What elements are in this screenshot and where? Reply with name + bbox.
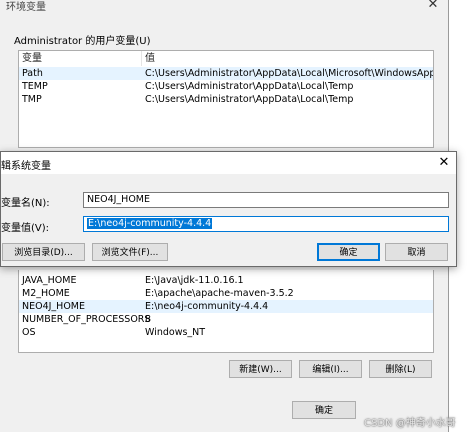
variable-value-text: E:\neo4j-community-4.4.4 xyxy=(87,218,213,229)
ok-button[interactable]: 确定 xyxy=(292,401,356,419)
list-item[interactable]: TEMP C:\Users\Administrator\AppData\Loca… xyxy=(19,80,433,93)
variable-name: Path xyxy=(22,68,43,79)
edit-button[interactable]: 编辑(I)... xyxy=(299,360,362,378)
user-variables-label: Administrator 的用户变量(U) xyxy=(14,36,151,47)
window-titlebar: 环境变量 ✕ xyxy=(0,0,448,14)
variable-name: JAVA_HOME xyxy=(22,275,77,286)
variable-name-field[interactable]: NEO4J_HOME xyxy=(83,192,449,208)
list-item[interactable]: NUMBER_OF_PROCESSORS 8 xyxy=(19,313,433,326)
browse-directory-button[interactable]: 浏览目录(D)... xyxy=(2,243,85,261)
variable-value: Windows_NT xyxy=(145,327,206,338)
ok-button[interactable]: 确定 xyxy=(317,243,380,261)
edit-system-variable-dialog: 辑系统变量 ✕ 变量名(N): NEO4J_HOME 变量值(V): E:\ne… xyxy=(0,151,457,267)
delete-button[interactable]: 删除(L) xyxy=(369,360,432,378)
watermark: CSDN @神奇小水哥 xyxy=(364,418,456,429)
list-item[interactable]: JAVA_HOME E:\Java\jdk-11.0.16.1 xyxy=(19,274,433,287)
variable-name: M2_HOME xyxy=(22,288,70,299)
variable-name-label: 变量名(N): xyxy=(1,198,50,209)
list-item[interactable]: M2_HOME E:\apache\apache-maven-3.5.2 xyxy=(19,287,433,300)
new-button[interactable]: 新建(W)... xyxy=(229,360,292,378)
list-item[interactable]: NEO4J_HOME E:\neo4j-community-4.4.4 xyxy=(19,300,433,313)
column-divider[interactable] xyxy=(141,51,142,66)
variable-value: C:\Users\Administrator\AppData\Local\Tem… xyxy=(145,94,354,105)
dialog-title: 辑系统变量 xyxy=(1,161,51,172)
list-item[interactable]: TMP C:\Users\Administrator\AppData\Local… xyxy=(19,93,433,106)
browse-file-button[interactable]: 浏览文件(F)... xyxy=(92,243,168,261)
variable-name: NUMBER_OF_PROCESSORS xyxy=(22,314,151,325)
column-header-value[interactable]: 值 xyxy=(145,51,155,66)
variable-value: E:\Java\jdk-11.0.16.1 xyxy=(145,275,244,286)
column-header-variable[interactable]: 变量 xyxy=(22,51,42,66)
variable-name: OS xyxy=(22,327,36,338)
list-item[interactable]: Path C:\Users\Administrator\AppData\Loca… xyxy=(19,67,433,80)
list-item[interactable]: OS Windows_NT xyxy=(19,326,433,339)
close-icon[interactable]: ✕ xyxy=(422,0,444,13)
cancel-button[interactable]: 取消 xyxy=(385,243,448,261)
variable-value-field[interactable]: E:\neo4j-community-4.4.4 xyxy=(83,216,449,232)
close-icon[interactable]: ✕ xyxy=(433,154,455,172)
variable-value: E:\neo4j-community-4.4.4 xyxy=(145,301,269,312)
system-variables-list[interactable]: JAVA_HOME E:\Java\jdk-11.0.16.1 M2_HOME … xyxy=(18,270,434,353)
variable-value-label: 变量值(V): xyxy=(1,223,50,234)
user-variables-list[interactable]: 变量 值 Path C:\Users\Administrator\AppData… xyxy=(18,50,434,148)
variable-value: C:\Users\Administrator\AppData\Local\Tem… xyxy=(145,81,354,92)
variable-name-value: NEO4J_HOME xyxy=(87,194,151,205)
variable-name: NEO4J_HOME xyxy=(22,301,86,312)
variable-value: 8 xyxy=(145,314,152,325)
dialog-titlebar: 辑系统变量 ✕ xyxy=(1,152,456,174)
variable-name: TMP xyxy=(22,94,42,105)
variable-value: E:\apache\apache-maven-3.5.2 xyxy=(145,288,294,299)
variable-name: TEMP xyxy=(22,81,48,92)
window-title: 环境变量 xyxy=(6,2,46,13)
variable-value: C:\Users\Administrator\AppData\Local\Mic… xyxy=(145,68,434,79)
